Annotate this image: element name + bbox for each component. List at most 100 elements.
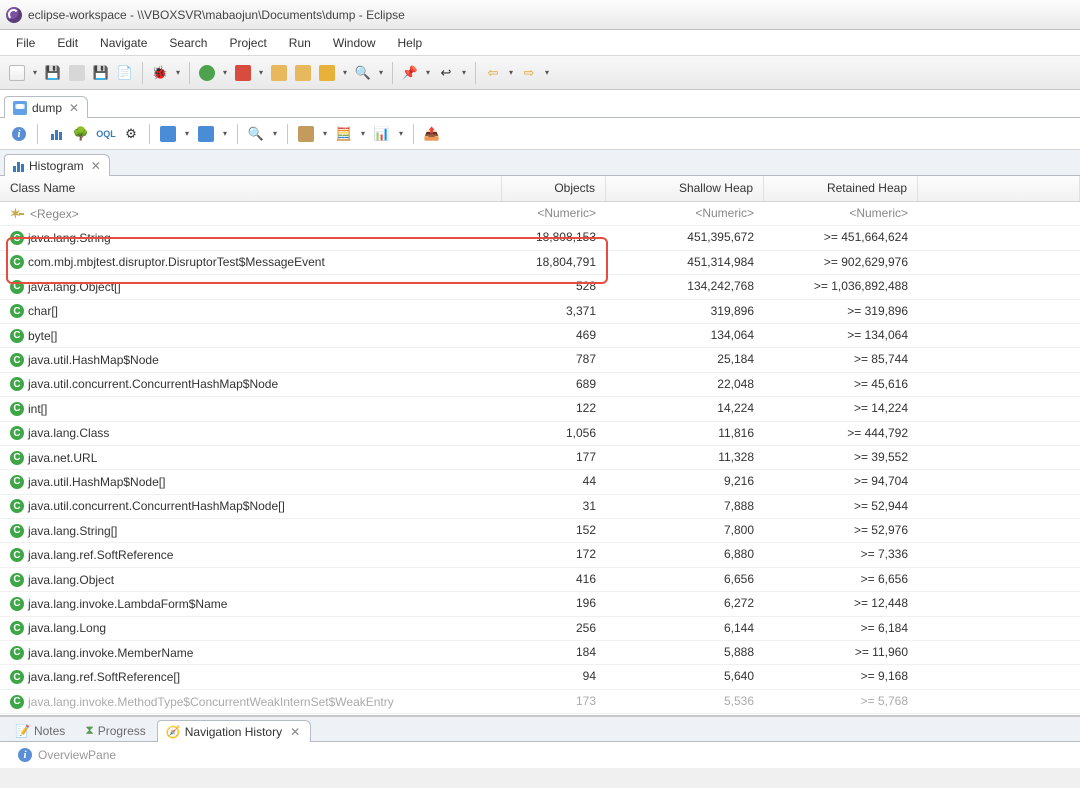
- table-row[interactable]: Cjava.lang.String[]1527,800>= 52,976: [0, 519, 1080, 543]
- menu-search[interactable]: Search: [159, 33, 217, 53]
- search-dropdown[interactable]: ▾: [376, 68, 386, 77]
- table-row[interactable]: Cchar[]3,371319,896>= 319,896: [0, 300, 1080, 324]
- query-button[interactable]: [195, 123, 217, 145]
- table-row[interactable]: Cjava.lang.Object[]528134,242,768>= 1,03…: [0, 275, 1080, 299]
- col-class-name[interactable]: Class Name: [0, 176, 502, 201]
- menu-run[interactable]: Run: [279, 33, 321, 53]
- retained-cell: >= 94,704: [764, 470, 918, 493]
- calculator-dropdown[interactable]: ▾: [358, 129, 368, 138]
- back-dropdown[interactable]: ▾: [506, 68, 516, 77]
- menu-help[interactable]: Help: [388, 33, 433, 53]
- menu-window[interactable]: Window: [323, 33, 386, 53]
- calculator-button[interactable]: 🧮: [333, 123, 355, 145]
- tab-navigation-history[interactable]: 🧭 Navigation History ✕: [157, 720, 311, 742]
- overview-button[interactable]: i: [8, 123, 30, 145]
- table-row[interactable]: Cjava.lang.Long2566,144>= 6,184: [0, 617, 1080, 641]
- overview-pane-item[interactable]: OverviewPane: [38, 748, 116, 762]
- col-objects[interactable]: Objects: [502, 176, 606, 201]
- tab-progress[interactable]: ⧗ Progress: [76, 718, 156, 742]
- table-row[interactable]: Cjava.lang.ref.SoftReference1726,880>= 7…: [0, 543, 1080, 567]
- objects-cell: 173: [502, 690, 606, 713]
- col-retained-heap[interactable]: Retained Heap: [764, 176, 918, 201]
- table-row[interactable]: Cjava.lang.invoke.MemberName1845,888>= 1…: [0, 641, 1080, 665]
- table-row[interactable]: Cjava.lang.ref.SoftReference[]945,640>= …: [0, 665, 1080, 689]
- oql-button[interactable]: OQL: [95, 123, 117, 145]
- back-button[interactable]: ⇦: [482, 62, 504, 84]
- package-button[interactable]: [295, 123, 317, 145]
- open-task-button[interactable]: [316, 62, 338, 84]
- build-button[interactable]: 📄: [114, 62, 136, 84]
- tab-histogram[interactable]: Histogram ✕: [4, 154, 110, 176]
- save-button[interactable]: 💾: [42, 62, 64, 84]
- debug-button[interactable]: 🐞: [149, 62, 171, 84]
- query-dropdown[interactable]: ▾: [220, 129, 230, 138]
- run-button[interactable]: [196, 62, 218, 84]
- forward-dropdown[interactable]: ▾: [542, 68, 552, 77]
- table-row[interactable]: Cbyte[]469134,064>= 134,064: [0, 324, 1080, 348]
- table-row[interactable]: Cjava.util.concurrent.ConcurrentHashMap$…: [0, 373, 1080, 397]
- table-row[interactable]: Cjava.net.URL17711,328>= 39,552: [0, 446, 1080, 470]
- package-dropdown[interactable]: ▾: [320, 129, 330, 138]
- pin-button[interactable]: 📌: [399, 62, 421, 84]
- menu-navigate[interactable]: Navigate: [90, 33, 157, 53]
- regex-objects-input[interactable]: <Numeric>: [502, 202, 606, 225]
- run-report-button[interactable]: [157, 123, 179, 145]
- regex-retained-input[interactable]: <Numeric>: [764, 202, 918, 225]
- class-icon: C: [10, 231, 24, 245]
- stop-dropdown[interactable]: ▾: [256, 68, 266, 77]
- menu-file[interactable]: File: [6, 33, 45, 53]
- shallow-cell: 134,242,768: [606, 275, 764, 298]
- run-report-dropdown[interactable]: ▾: [182, 129, 192, 138]
- table-row[interactable]: Cint[]12214,224>= 14,224: [0, 397, 1080, 421]
- tab-notes[interactable]: 📝 Notes: [6, 719, 76, 742]
- class-name-cell: java.lang.Object: [28, 573, 114, 587]
- find-dropdown[interactable]: ▾: [270, 129, 280, 138]
- export-button[interactable]: 📤: [421, 123, 443, 145]
- table-row[interactable]: Cjava.lang.invoke.MethodType$ConcurrentW…: [0, 690, 1080, 714]
- pin-dropdown[interactable]: ▾: [423, 68, 433, 77]
- menu-project[interactable]: Project: [219, 33, 276, 53]
- compare-dropdown[interactable]: ▾: [396, 129, 406, 138]
- save-all-button[interactable]: [66, 62, 88, 84]
- class-icon: C: [10, 670, 24, 684]
- debug-dropdown[interactable]: ▾: [173, 68, 183, 77]
- open-folder-button[interactable]: [268, 62, 290, 84]
- nav-prev-dropdown[interactable]: ▾: [459, 68, 469, 77]
- regex-filter-row[interactable]: ✶<Regex> <Numeric> <Numeric> <Numeric>: [0, 202, 1080, 226]
- stop-button[interactable]: [232, 62, 254, 84]
- open-dropdown[interactable]: ▾: [340, 68, 350, 77]
- new-dropdown[interactable]: ▾: [30, 68, 40, 77]
- menu-edit[interactable]: Edit: [47, 33, 88, 53]
- compare-button[interactable]: 📊: [371, 123, 393, 145]
- histogram-button[interactable]: [45, 123, 67, 145]
- table-row[interactable]: Ccom.mbj.mbjtest.disruptor.DisruptorTest…: [0, 251, 1080, 275]
- close-icon[interactable]: ✕: [69, 101, 79, 115]
- regex-shallow-input[interactable]: <Numeric>: [606, 202, 764, 225]
- search-button[interactable]: 🔍: [352, 62, 374, 84]
- class-name-cell: java.util.HashMap$Node: [28, 353, 159, 367]
- class-name-cell: java.util.HashMap$Node[]: [28, 475, 165, 489]
- table-row[interactable]: Cjava.lang.Object4166,656>= 6,656: [0, 568, 1080, 592]
- forward-button[interactable]: ⇨: [518, 62, 540, 84]
- open-type-button[interactable]: [292, 62, 314, 84]
- new-button[interactable]: [6, 62, 28, 84]
- col-shallow-heap[interactable]: Shallow Heap: [606, 176, 764, 201]
- find-button[interactable]: 🔍: [245, 123, 267, 145]
- thread-button[interactable]: ⚙: [120, 123, 142, 145]
- nav-prev-button[interactable]: ↩: [435, 62, 457, 84]
- table-row[interactable]: Cjava.lang.String18,808,153451,395,672>=…: [0, 226, 1080, 250]
- run-dropdown[interactable]: ▾: [220, 68, 230, 77]
- save-disabled-button[interactable]: 💾: [90, 62, 112, 84]
- table-row[interactable]: Cjava.util.HashMap$Node[]449,216>= 94,70…: [0, 470, 1080, 494]
- table-row[interactable]: Cjava.util.concurrent.ConcurrentHashMap$…: [0, 495, 1080, 519]
- table-row[interactable]: Cjava.lang.Class1,05611,816>= 444,792: [0, 422, 1080, 446]
- table-row[interactable]: Cjava.util.HashMap$Node78725,184>= 85,74…: [0, 348, 1080, 372]
- class-icon: C: [10, 597, 24, 611]
- dominator-tree-button[interactable]: 🌳: [70, 123, 92, 145]
- editor-tab-dump[interactable]: dump ✕: [4, 96, 88, 118]
- close-icon[interactable]: ✕: [290, 725, 300, 739]
- close-icon[interactable]: ✕: [91, 159, 101, 173]
- regex-class-input[interactable]: <Regex>: [30, 207, 79, 221]
- shallow-cell: 22,048: [606, 373, 764, 396]
- table-row[interactable]: Cjava.lang.invoke.LambdaForm$Name1966,27…: [0, 592, 1080, 616]
